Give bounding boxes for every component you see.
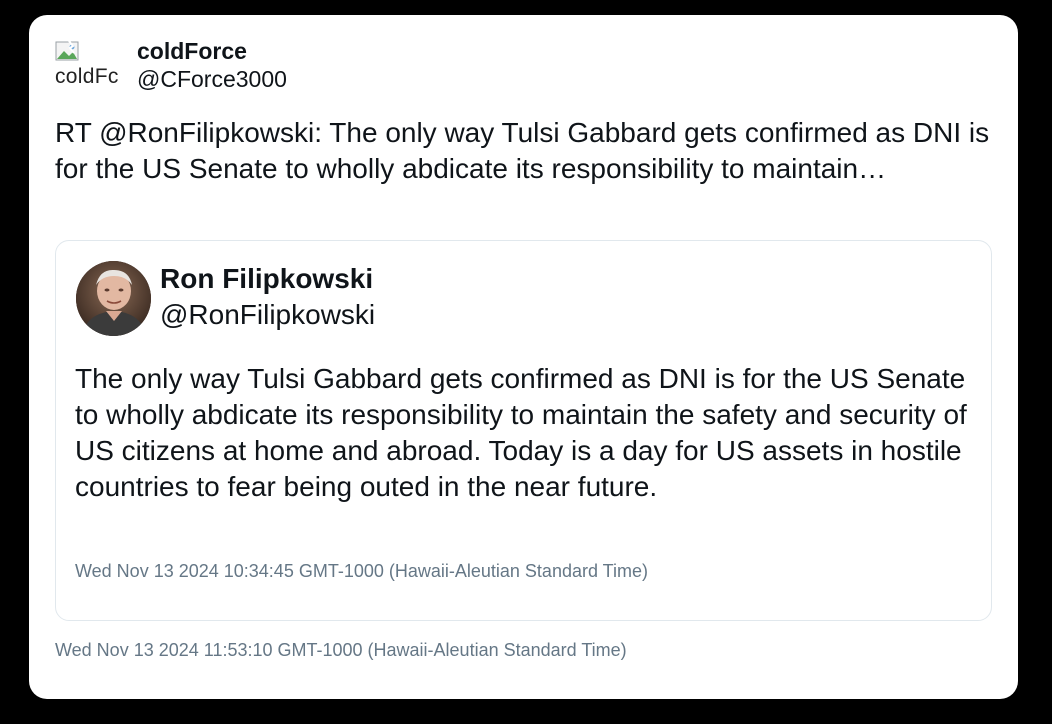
avatar-alt-text: coldFc — [55, 65, 119, 87]
author-handle[interactable]: @CForce3000 — [137, 65, 287, 93]
author-display-name[interactable]: coldForce — [137, 37, 287, 65]
profile-photo — [76, 261, 151, 336]
tweet-card: coldFc coldForce @CForce3000 RT @RonFili… — [29, 15, 1018, 699]
quoted-author-names: Ron Filipkowski @RonFilipkowski — [160, 261, 375, 333]
quoted-tweet[interactable]: Ron Filipkowski @RonFilipkowski The only… — [55, 240, 992, 621]
tweet-header: coldFc coldForce @CForce3000 — [55, 37, 287, 93]
quoted-author-display-name[interactable]: Ron Filipkowski — [160, 261, 375, 297]
tweet-text: RT @RonFilipkowski: The only way Tulsi G… — [55, 117, 990, 184]
quoted-tweet-timestamp[interactable]: Wed Nov 13 2024 10:34:45 GMT-1000 (Hawai… — [75, 561, 648, 582]
quoted-tweet-header: Ron Filipkowski @RonFilipkowski — [76, 261, 375, 336]
avatar[interactable]: coldFc — [55, 39, 127, 87]
tweet-timestamp[interactable]: Wed Nov 13 2024 11:53:10 GMT-1000 (Hawai… — [55, 640, 627, 661]
quoted-author-handle[interactable]: @RonFilipkowski — [160, 297, 375, 333]
author-names: coldForce @CForce3000 — [137, 37, 287, 93]
quoted-tweet-text: The only way Tulsi Gabbard gets confirme… — [75, 363, 967, 502]
broken-image-icon — [55, 40, 79, 61]
quoted-author-avatar[interactable] — [76, 261, 151, 336]
